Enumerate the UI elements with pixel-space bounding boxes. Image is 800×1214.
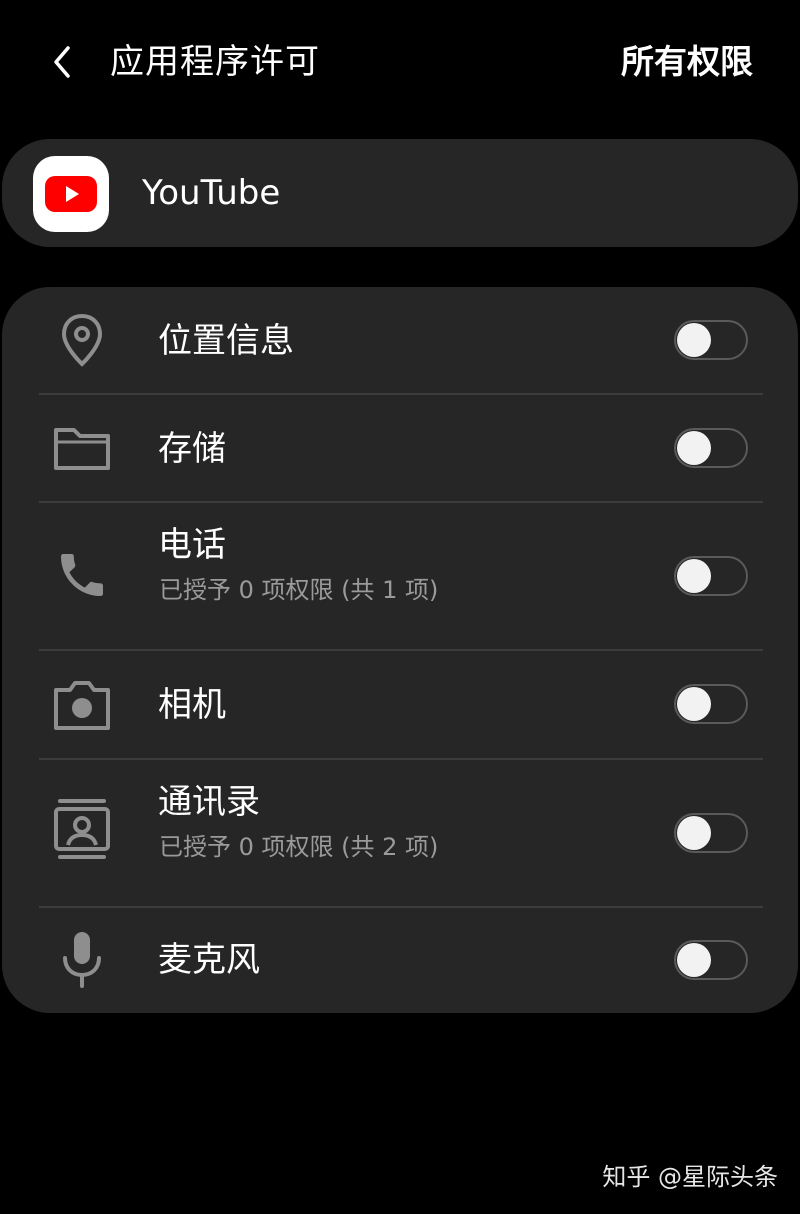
contacts-icon bbox=[50, 798, 114, 862]
permission-row-location[interactable]: 位置信息 bbox=[2, 287, 798, 394]
toggle-knob bbox=[677, 687, 711, 721]
phone-toggle[interactable] bbox=[674, 556, 748, 596]
permission-subtitle: 已授予 0 项权限 (共 1 项) bbox=[159, 576, 439, 604]
microphone-icon bbox=[50, 928, 114, 992]
permission-label: 存储 bbox=[158, 429, 226, 469]
contacts-toggle[interactable] bbox=[674, 813, 748, 853]
folder-icon bbox=[50, 415, 114, 479]
permission-label: 位置信息 bbox=[158, 321, 294, 361]
permission-row-microphone[interactable]: 麦克风 bbox=[2, 908, 798, 1013]
chevron-left-icon bbox=[54, 46, 70, 78]
toggle-knob bbox=[677, 816, 711, 850]
page-title: 应用程序许可 bbox=[110, 42, 320, 82]
permission-label: 电话 bbox=[158, 525, 226, 565]
watermark: 知乎 @星际头条 bbox=[602, 1163, 778, 1191]
app-header-card: YouTube bbox=[2, 139, 798, 247]
permissions-list: 位置信息 存储 电话 已授予 0 项权限 (共 1 项) 相机 通讯录 已授予 … bbox=[2, 287, 798, 1013]
camera-icon bbox=[50, 673, 114, 737]
back-button[interactable] bbox=[38, 38, 86, 86]
top-app-bar: 应用程序许可 所有权限 bbox=[0, 0, 800, 125]
permission-subtitle: 已授予 0 项权限 (共 2 项) bbox=[159, 833, 439, 861]
app-name: YouTube bbox=[142, 173, 281, 213]
toggle-knob bbox=[677, 943, 711, 977]
youtube-logo-icon bbox=[33, 156, 109, 232]
permission-row-contacts[interactable]: 通讯录 已授予 0 项权限 (共 2 项) bbox=[2, 760, 798, 906]
storage-toggle[interactable] bbox=[674, 428, 748, 468]
toggle-knob bbox=[677, 431, 711, 465]
location-toggle[interactable] bbox=[674, 320, 748, 360]
all-permissions-button[interactable]: 所有权限 bbox=[621, 38, 753, 86]
microphone-toggle[interactable] bbox=[674, 940, 748, 980]
toggle-knob bbox=[677, 559, 711, 593]
permission-row-storage[interactable]: 存储 bbox=[2, 395, 798, 502]
permission-label: 相机 bbox=[158, 685, 226, 725]
location-pin-icon bbox=[50, 308, 114, 372]
permission-row-camera[interactable]: 相机 bbox=[2, 651, 798, 758]
toggle-knob bbox=[677, 323, 711, 357]
camera-toggle[interactable] bbox=[674, 684, 748, 724]
permission-label: 麦克风 bbox=[158, 940, 260, 980]
phone-icon bbox=[50, 543, 114, 607]
permission-row-phone[interactable]: 电话 已授予 0 项权限 (共 1 项) bbox=[2, 503, 798, 649]
permission-label: 通讯录 bbox=[158, 782, 260, 822]
